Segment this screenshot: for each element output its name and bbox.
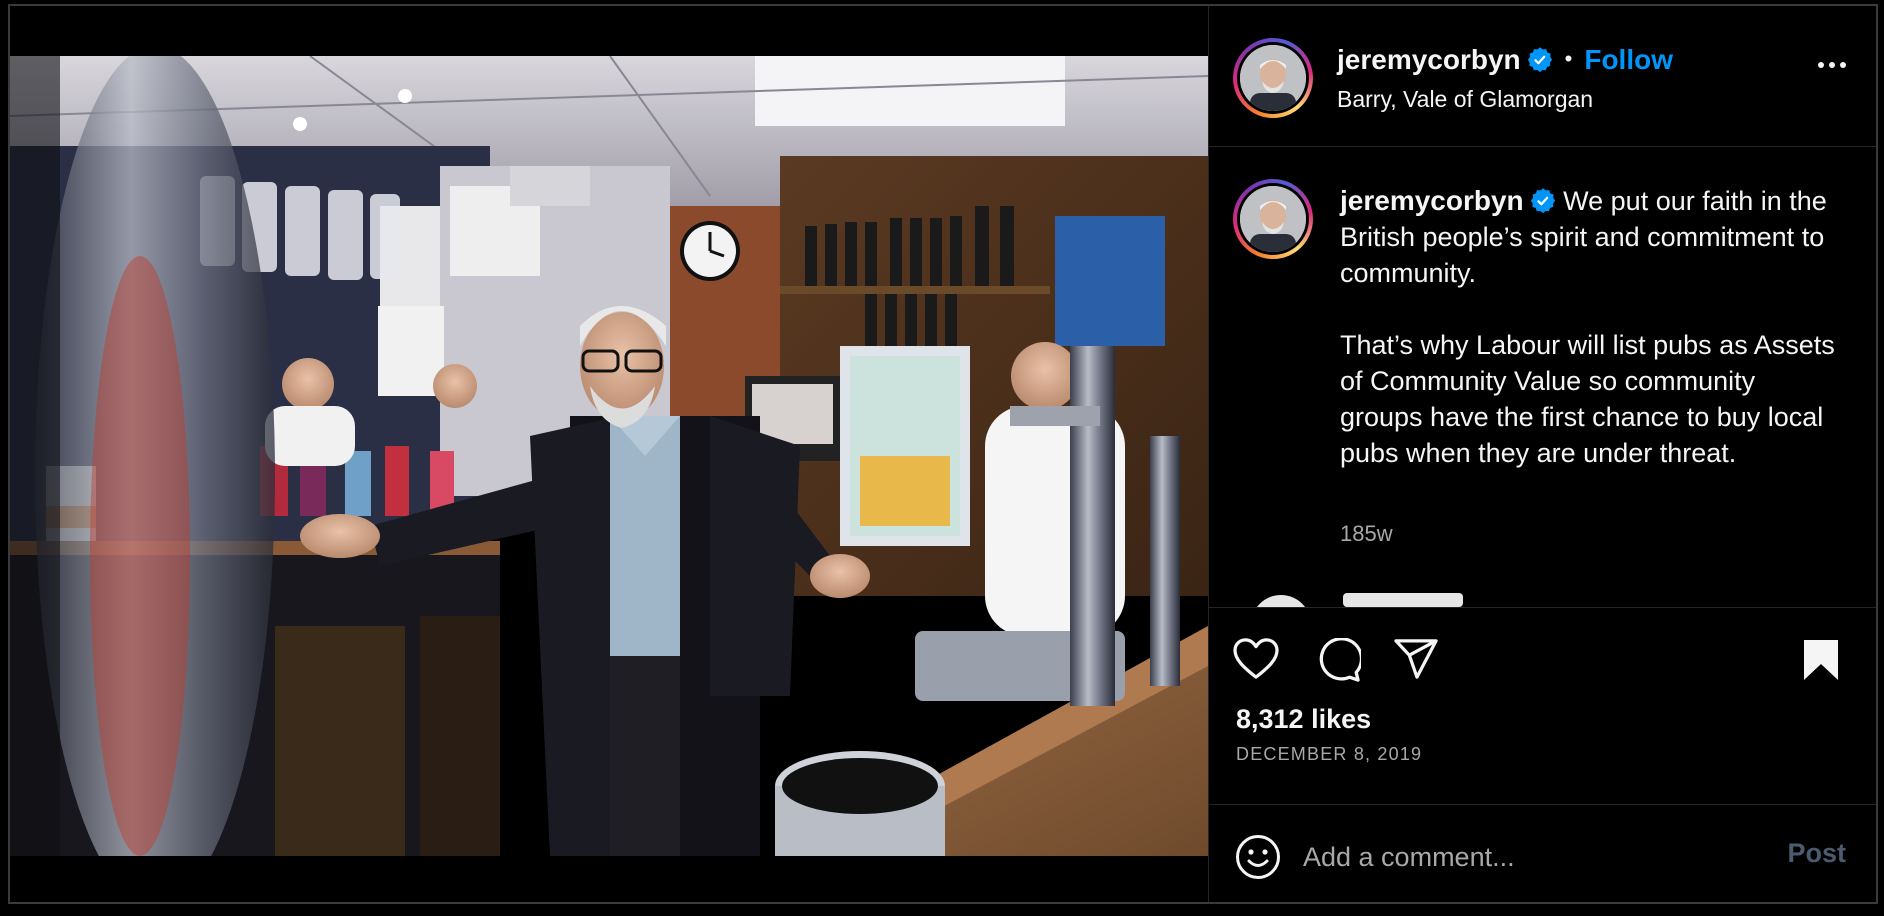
post-header: jeremycorbyn • Follow Barry, Vale of Glamo… — [1209, 6, 1876, 147]
caption-text-paragraph: That’s why Labour will list pubs as Asse… — [1340, 330, 1835, 468]
verified-badge-icon — [1530, 188, 1555, 214]
caption-avatar[interactable] — [1233, 179, 1313, 259]
next-comment-avatar[interactable] — [1251, 595, 1311, 607]
emoji-icon[interactable] — [1235, 834, 1281, 880]
likes-count[interactable]: 8,312 likes — [1236, 704, 1371, 735]
share-icon[interactable] — [1393, 638, 1439, 680]
avatar[interactable] — [1233, 38, 1313, 118]
verified-badge-icon — [1527, 47, 1552, 73]
comment-bar: Post — [1209, 804, 1876, 902]
post-actions: 8,312 likes DECEMBER 8, 2019 — [1209, 607, 1876, 805]
more-options-icon[interactable] — [1818, 62, 1846, 68]
post-media — [10, 6, 1209, 902]
post-photo[interactable] — [10, 56, 1208, 856]
bookmark-icon[interactable] — [1802, 638, 1840, 682]
caption-timestamp[interactable]: 185w — [1340, 521, 1393, 547]
next-comment-username[interactable] — [1343, 593, 1463, 607]
post-sidebar: jeremycorbyn • Follow Barry, Vale of Glamo… — [1209, 6, 1876, 902]
post-comment-button[interactable]: Post — [1787, 838, 1846, 869]
follow-button[interactable]: Follow — [1584, 44, 1673, 76]
heart-icon[interactable] — [1233, 638, 1279, 680]
comment-input[interactable] — [1301, 834, 1745, 880]
avatar-image — [1240, 45, 1306, 111]
comments-section: jeremycorbyn We put our faith in the Bri… — [1209, 147, 1876, 607]
post-modal: jeremycorbyn • Follow Barry, Vale of Glamo… — [8, 4, 1878, 904]
separator-dot: • — [1564, 46, 1573, 71]
post-location[interactable]: Barry, Vale of Glamorgan — [1337, 86, 1593, 113]
caption-username[interactable]: jeremycorbyn — [1340, 185, 1524, 216]
avatar-image — [1240, 186, 1306, 252]
comment-icon[interactable] — [1315, 638, 1361, 682]
post-date[interactable]: DECEMBER 8, 2019 — [1236, 744, 1422, 765]
post-caption: jeremycorbyn We put our faith in the Bri… — [1340, 183, 1840, 471]
post-author-username[interactable]: jeremycorbyn — [1337, 44, 1521, 75]
